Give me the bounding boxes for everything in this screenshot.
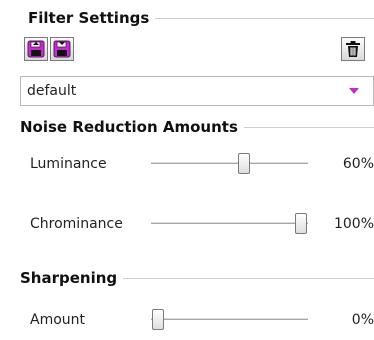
chrominance-slider-row: Chrominance 100% — [30, 209, 374, 239]
save-preset-icon — [53, 40, 71, 58]
luminance-slider-row: Luminance 60% — [30, 149, 374, 179]
filter-settings-divider — [155, 17, 374, 19]
sharpening-amount-slider-track[interactable] — [151, 319, 308, 321]
luminance-value: 60% — [342, 156, 374, 172]
preset-select[interactable]: default — [20, 76, 374, 106]
noise-reduction-title: Noise Reduction Amounts — [20, 118, 238, 136]
delete-preset-button[interactable] — [341, 37, 365, 61]
load-preset-button[interactable] — [24, 37, 48, 61]
luminance-label: Luminance — [30, 156, 107, 172]
load-preset-icon — [27, 40, 45, 58]
sharpening-amount-value: 0% — [351, 312, 374, 328]
luminance-slider-thumb[interactable] — [237, 153, 250, 174]
preset-select-value: default — [27, 83, 77, 99]
chrominance-slider-thumb[interactable] — [295, 213, 307, 234]
noise-reduction-divider — [243, 126, 374, 128]
luminance-slider-track[interactable] — [151, 163, 308, 165]
filter-settings-title: Filter Settings — [28, 9, 150, 27]
sharpening-divider — [123, 277, 374, 279]
sharpening-amount-slider-thumb[interactable] — [152, 309, 164, 330]
chevron-down-icon — [349, 88, 359, 94]
sharpening-title: Sharpening — [20, 269, 118, 287]
sharpening-amount-label: Amount — [30, 312, 86, 328]
filter-settings-heading: Filter Settings — [28, 9, 374, 27]
sharpening-heading: Sharpening — [20, 269, 374, 287]
trash-icon — [346, 41, 360, 57]
chrominance-label: Chrominance — [30, 216, 123, 232]
chrominance-slider-track[interactable] — [151, 223, 308, 225]
noise-reduction-heading: Noise Reduction Amounts — [20, 118, 374, 136]
sharpening-amount-slider-row: Amount 0% — [30, 305, 374, 335]
chrominance-value: 100% — [333, 216, 374, 232]
save-preset-button[interactable] — [50, 37, 74, 61]
